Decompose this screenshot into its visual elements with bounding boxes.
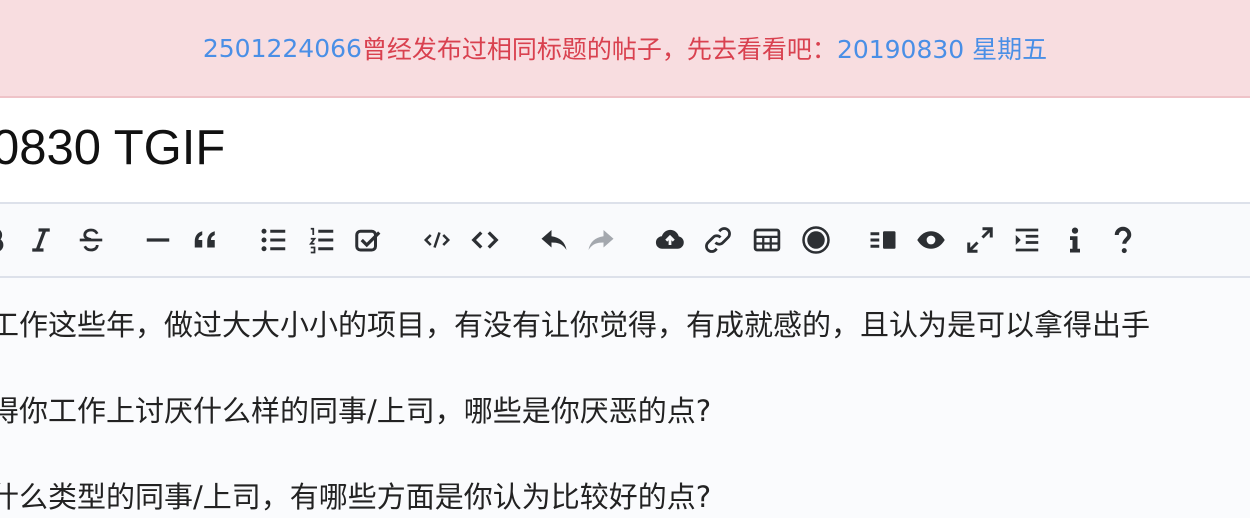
strikethrough-icon[interactable] [71, 218, 111, 262]
inline-code-icon[interactable] [417, 218, 457, 262]
checklist-icon[interactable] [348, 218, 388, 262]
unordered-list-icon[interactable] [254, 218, 294, 262]
record-icon[interactable] [796, 218, 836, 262]
editor-line: 得你工作上讨厌什么样的同事/上司，哪些是你厌恶的点? [0, 394, 712, 428]
ordered-list-icon[interactable] [302, 218, 342, 262]
italic-icon[interactable] [21, 218, 61, 262]
editor-toolbar [0, 204, 1250, 278]
existing-post-link[interactable]: 20190830 星期五 [837, 30, 1047, 66]
editor-line: 什么类型的同事/上司，有哪些方面是你认为比较好的点? [0, 480, 712, 514]
editor-line: 工作这些年，做过大大小小的项目，有没有让你觉得，有成就感的，且认为是可以拿得出手 [0, 308, 1151, 342]
title-input-value: 0830 TGIF [0, 121, 226, 175]
table-icon[interactable] [747, 218, 787, 262]
link-icon[interactable] [698, 218, 738, 262]
markdown-editor[interactable]: 工作这些年，做过大大小小的项目，有没有让你觉得，有成就感的，且认为是可以拿得出手… [0, 278, 1250, 518]
split-view-icon[interactable] [863, 218, 903, 262]
undo-icon[interactable] [534, 218, 574, 262]
fullscreen-icon[interactable] [960, 218, 1000, 262]
duplicate-title-alert: 2501224066 曾经发布过相同标题的帖子，先去看看吧： 20190830 星… [0, 0, 1250, 98]
upload-icon[interactable] [650, 218, 690, 262]
info-icon[interactable] [1055, 218, 1095, 262]
help-icon[interactable] [1103, 218, 1143, 262]
code-block-icon[interactable] [465, 218, 505, 262]
outline-icon[interactable] [1007, 218, 1047, 262]
bold-icon[interactable] [0, 218, 14, 262]
horizontal-rule-icon[interactable] [138, 218, 178, 262]
title-input[interactable]: 0830 TGIF [0, 98, 1250, 204]
alert-message: 曾经发布过相同标题的帖子，先去看看吧： [361, 35, 837, 64]
preview-icon[interactable] [911, 218, 951, 262]
quote-icon[interactable] [186, 218, 226, 262]
user-link[interactable]: 2501224066 [203, 34, 362, 63]
redo-icon[interactable] [581, 218, 621, 262]
